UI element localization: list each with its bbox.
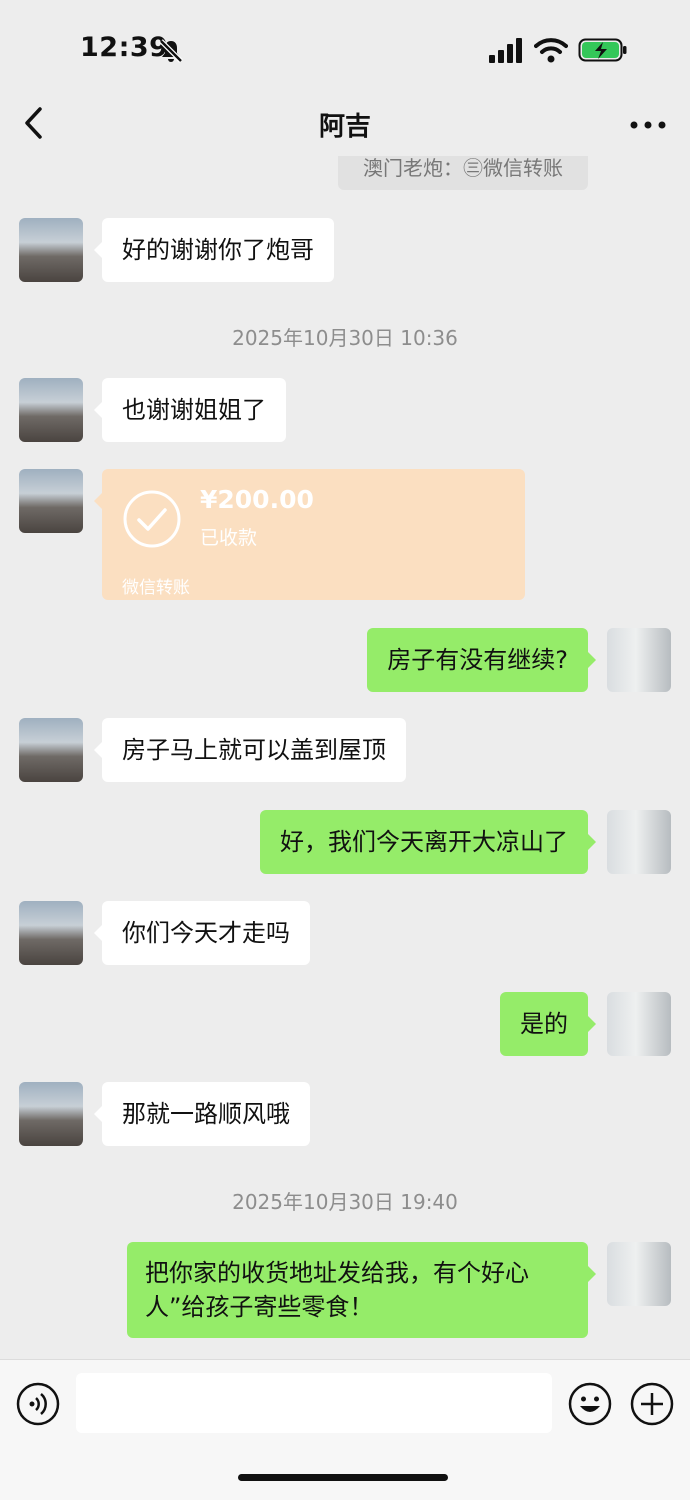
timestamp: 2025年10月30日 10:36 [232,326,458,350]
message-bubble-sent[interactable]: 是的 [500,992,596,1056]
more-options-icon[interactable] [628,120,668,130]
my-avatar[interactable] [607,1242,671,1306]
check-circle-icon [123,490,181,548]
battery-charging-icon [578,38,627,62]
input-bar [0,1359,690,1500]
contact-avatar[interactable] [19,469,83,533]
message-bubble-sent[interactable]: 把你家的收货地址发给我，有个好心人”给孩子寄些零食！ [127,1242,596,1338]
my-avatar[interactable] [607,810,671,874]
transfer-status: 已收款 [200,527,258,549]
home-indicator [238,1474,448,1481]
contact-avatar[interactable] [19,218,83,282]
contact-avatar[interactable] [19,901,83,965]
system-notice: 澳门老炮：㊂微信转账 [338,156,588,190]
chat-title: 阿吉 [318,112,371,142]
message-bubble-sent[interactable]: 好，我们今天离开大凉山了 [260,810,596,874]
my-avatar[interactable] [607,628,671,692]
transfer-amount: ¥200.00 [200,485,314,514]
contact-avatar[interactable] [19,718,83,782]
transfer-card[interactable]: ¥200.00 已收款 微信转账 [94,469,525,600]
message-bubble-received[interactable]: 那就一路顺风哦 [94,1082,310,1146]
contact-avatar[interactable] [19,378,83,442]
timestamp: 2025年10月30日 19:40 [232,1190,458,1214]
my-avatar[interactable] [607,992,671,1056]
message-list[interactable]: 澳门老炮：㊂微信转账 好的谢谢你了炮哥 2025年10月30日 10:36 也谢… [0,156,690,1359]
message-input[interactable] [76,1373,552,1433]
wifi-icon [534,38,568,63]
contact-avatar[interactable] [19,1082,83,1146]
message-bubble-received[interactable]: 好的谢谢你了炮哥 [94,218,334,282]
plus-icon[interactable] [630,1382,674,1426]
message-bubble-received[interactable]: 房子马上就可以盖到屋顶 [94,718,406,782]
emoji-icon[interactable] [568,1382,612,1426]
message-bubble-received[interactable]: 也谢谢姐姐了 [94,378,286,442]
chat-header: 阿吉 [0,92,690,156]
voice-input-icon[interactable] [16,1382,60,1426]
status-time: 12:39 [80,32,169,63]
cellular-signal-icon [489,38,522,63]
message-bubble-received[interactable]: 你们今天才走吗 [94,901,310,965]
bell-mute-icon [159,39,183,63]
status-bar: 12:39 [0,0,690,100]
message-bubble-sent[interactable]: 房子有没有继续? [367,628,596,692]
transfer-label: 微信转账 [122,578,190,598]
